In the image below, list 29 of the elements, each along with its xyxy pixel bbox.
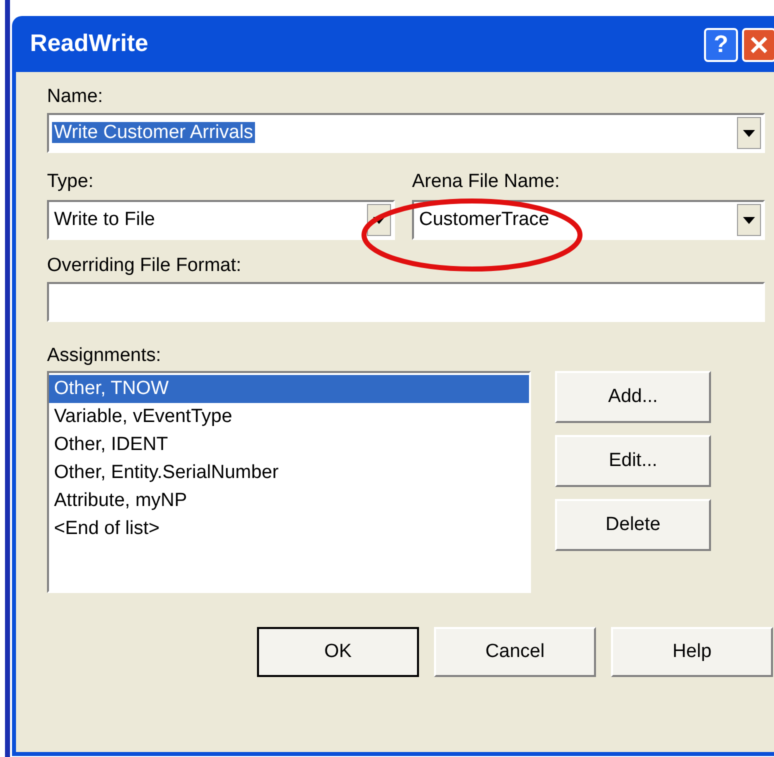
window-title: ReadWrite	[30, 29, 148, 59]
type-combo-box[interactable]: Write to File	[47, 200, 395, 240]
field-label: Overriding File Format:	[47, 254, 242, 278]
field-label: Assignments:	[47, 344, 162, 368]
field-value: Write Customer Arrivals	[52, 122, 256, 143]
list-item[interactable]: Attribute, myNP	[49, 487, 529, 515]
dialog-button[interactable]: OK	[257, 627, 419, 677]
field-label: Type:	[47, 170, 94, 194]
field-label: Name:	[47, 85, 104, 109]
list-item[interactable]: Other, Entity.SerialNumber	[49, 459, 529, 487]
list-item[interactable]: Other, TNOW	[49, 375, 529, 403]
field-value: Write to File	[54, 208, 156, 230]
list-item[interactable]: Variable, vEventType	[49, 403, 529, 431]
dialog-button[interactable]: Edit...	[555, 435, 711, 487]
name-combo-box[interactable]: Write Customer Arrivals	[47, 113, 765, 153]
dialog-button[interactable]: Cancel	[434, 627, 596, 677]
dialog-button[interactable]: Delete	[555, 499, 711, 551]
assignments-list[interactable]: Other, TNOW Variable, vEventType Other, IDENT Other, Entity.SerialNumber Attribute, myNP <End of list>	[47, 371, 531, 593]
dialog-button[interactable]: Help	[611, 627, 773, 677]
close-icon	[749, 35, 769, 55]
field-label: Arena File Name:	[412, 170, 560, 194]
close-button[interactable]	[742, 28, 774, 62]
file-name-combo-box[interactable]: CustomerTrace	[412, 200, 765, 240]
list-item[interactable]: Other, IDENT	[49, 431, 529, 459]
list-item[interactable]: <End of list>	[49, 515, 529, 543]
dialog-button[interactable]: Add...	[555, 371, 711, 423]
file-format-field[interactable]	[47, 282, 765, 322]
help-button[interactable]: ?	[704, 28, 738, 62]
field-value: CustomerTrace	[419, 208, 550, 230]
